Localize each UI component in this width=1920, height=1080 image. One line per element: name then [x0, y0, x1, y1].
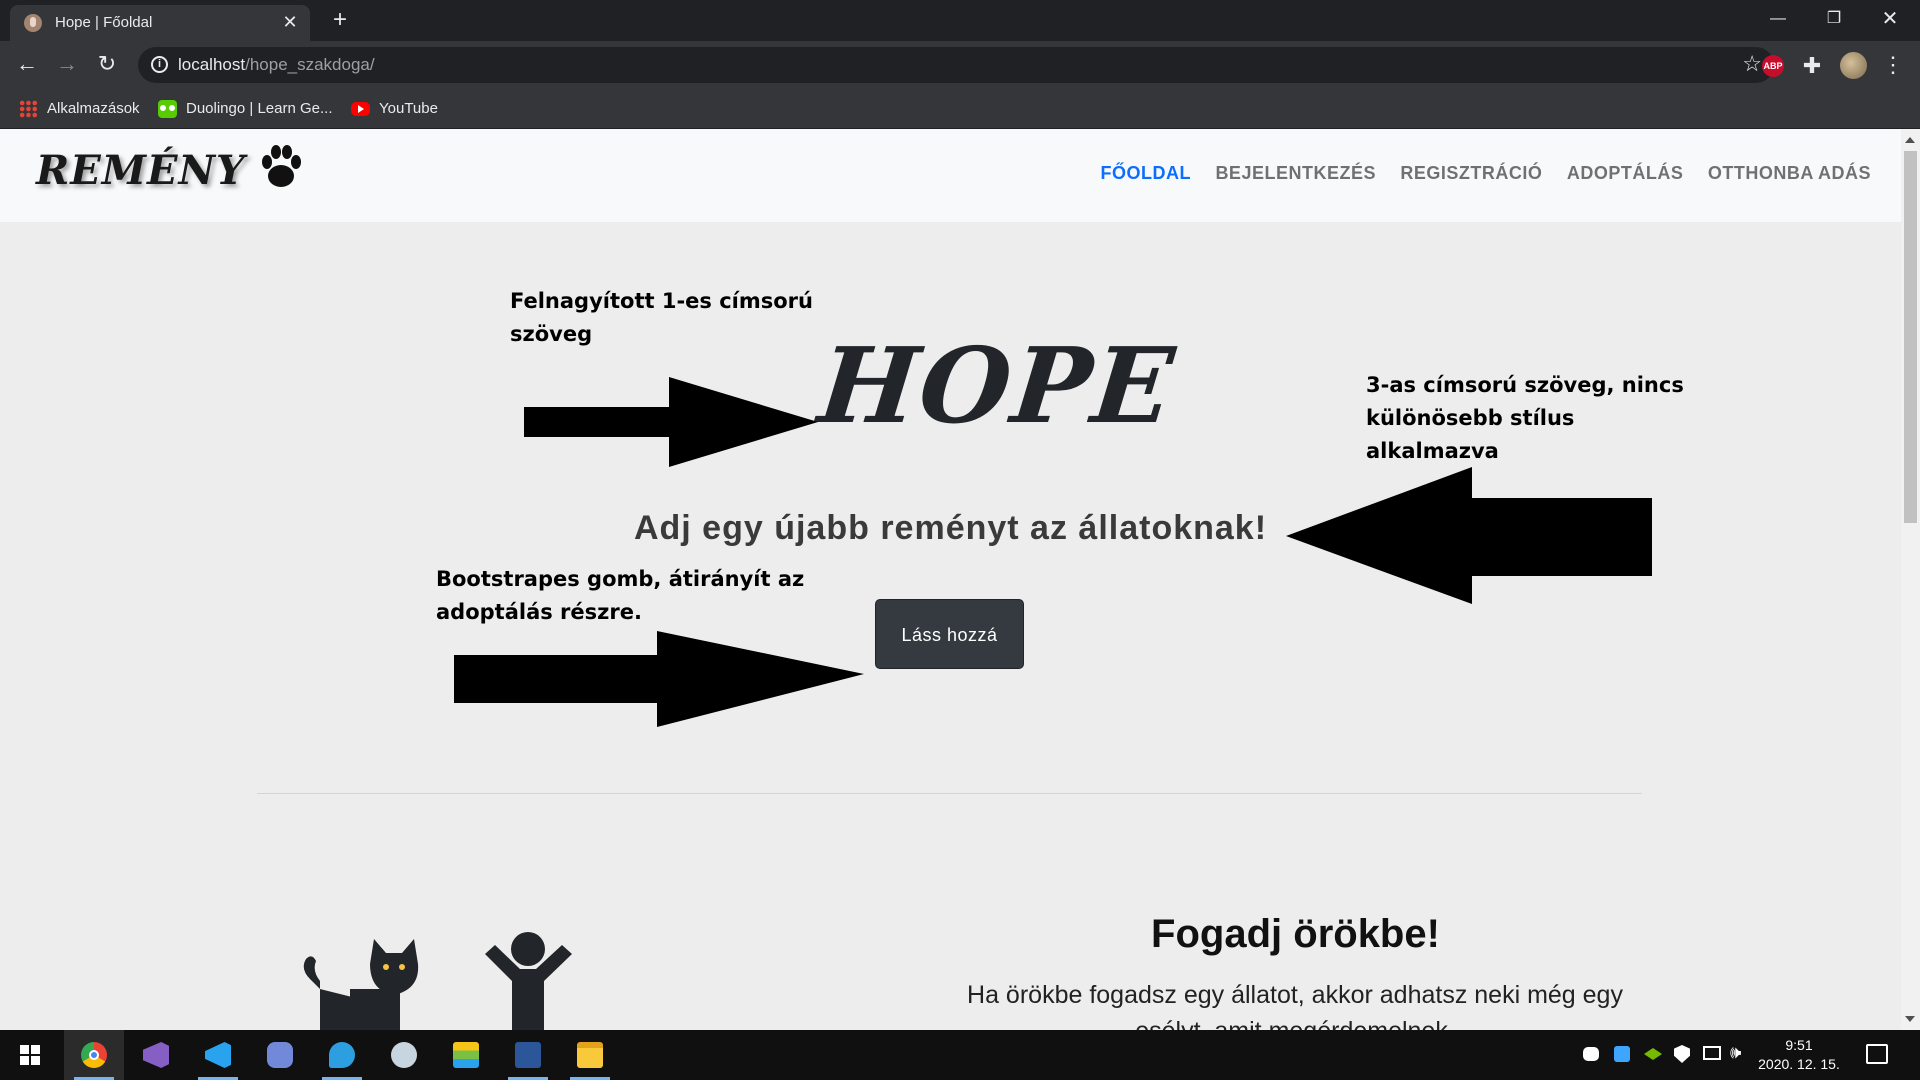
bookmark-youtube[interactable]: YouTube	[351, 97, 438, 121]
action-center-icon[interactable]	[1866, 1044, 1888, 1064]
nav-links: FŐOLDAL BEJELENTKEZÉS REGISZTRÁCIÓ ADOPT…	[1080, 163, 1871, 184]
start-button[interactable]	[0, 1030, 60, 1080]
back-icon[interactable]: ←	[11, 49, 43, 81]
bookmark-star-icon[interactable]: ☆	[1742, 51, 1762, 77]
discord-icon	[267, 1042, 293, 1068]
taskbar-chrome[interactable]	[64, 1030, 124, 1080]
scroll-up-icon[interactable]	[1905, 137, 1915, 143]
close-window-icon[interactable]: ✕	[1862, 0, 1918, 41]
taskbar-file-explorer[interactable]	[560, 1030, 620, 1080]
site-info-icon[interactable]: i	[151, 56, 168, 73]
bookmark-label: YouTube	[379, 100, 438, 117]
bluestacks-icon	[453, 1042, 479, 1068]
bookmark-apps[interactable]: Alkalmazások	[19, 97, 140, 121]
hero-title: HOPE	[813, 324, 1181, 447]
close-tab-icon[interactable]: ✕	[278, 10, 302, 34]
steam-icon	[391, 1042, 417, 1068]
taskbar-clock[interactable]: 9:51 2020. 12. 15.	[1754, 1036, 1844, 1074]
taskbar-bluestacks[interactable]	[436, 1030, 496, 1080]
windows-taskbar: 🕪 9:51 2020. 12. 15.	[0, 1030, 1920, 1080]
windows-logo-icon	[20, 1045, 40, 1065]
reload-icon[interactable]: ↻	[91, 49, 123, 81]
nav-link-adopt[interactable]: ADOPTÁLÁS	[1567, 163, 1684, 184]
forward-icon[interactable]: →	[51, 49, 83, 81]
tray-defender-icon[interactable]	[1674, 1045, 1690, 1063]
clock-time: 9:51	[1785, 1037, 1813, 1053]
browser-tab[interactable]: Hope | Főoldal ✕	[10, 5, 310, 41]
brand-logo[interactable]: REMÉNY	[36, 145, 306, 207]
arrow-right-icon	[524, 377, 818, 467]
get-started-button[interactable]: Láss hozzá	[875, 599, 1024, 669]
bookmark-duolingo[interactable]: Duolingo | Learn Ge...	[158, 97, 332, 121]
minimize-icon[interactable]: —	[1750, 0, 1806, 41]
restore-icon[interactable]: ❐	[1806, 0, 1862, 41]
taskbar-vscode[interactable]	[188, 1030, 248, 1080]
page-scrollbar[interactable]	[1901, 129, 1920, 1030]
bookmark-label: Duolingo | Learn Ge...	[186, 100, 333, 117]
section-title: Fogadj örökbe!	[1151, 912, 1440, 956]
brand-text: REMÉNY	[36, 147, 246, 194]
new-tab-icon[interactable]: +	[325, 6, 355, 36]
nav-link-login[interactable]: BEJELENTKEZÉS	[1215, 163, 1376, 184]
adblock-plus-icon[interactable]: ABP	[1762, 55, 1784, 77]
url-text: localhost/hope_szakdoga/	[178, 55, 375, 75]
taskbar-edge[interactable]	[312, 1030, 372, 1080]
url-path: /hope_szakdoga/	[245, 55, 375, 74]
taskbar-discord[interactable]	[250, 1030, 310, 1080]
tray-network-icon[interactable]	[1703, 1046, 1721, 1060]
nav-link-home[interactable]: FŐOLDAL	[1100, 163, 1191, 184]
youtube-icon	[351, 102, 370, 116]
edge-icon	[329, 1042, 355, 1068]
taskbar-steam[interactable]	[374, 1030, 434, 1080]
url-host: localhost	[178, 55, 246, 74]
clock-date: 2020. 12. 15.	[1758, 1056, 1840, 1072]
word-icon	[515, 1042, 541, 1068]
duolingo-icon	[158, 100, 177, 118]
address-bar[interactable]: i localhost/hope_szakdoga/ ☆	[138, 47, 1774, 83]
paw-icon	[262, 145, 302, 187]
section-text: Ha örökbe fogadsz egy állatot, akkor adh…	[967, 981, 1623, 1030]
bookmarks-bar: Alkalmazások Duolingo | Learn Ge... YouT…	[0, 88, 1920, 129]
nav-link-register[interactable]: REGISZTRÁCIÓ	[1400, 163, 1542, 184]
arrow-right-icon	[454, 631, 864, 727]
taskbar-word[interactable]	[498, 1030, 558, 1080]
profile-avatar[interactable]	[1840, 52, 1867, 79]
annotation-button: Bootstrapes gomb, átirányít az adoptálás…	[436, 567, 805, 624]
site-favicon-icon	[24, 14, 42, 32]
folder-icon	[577, 1042, 603, 1068]
tray-discord-icon[interactable]	[1583, 1047, 1599, 1061]
visual-studio-icon	[143, 1042, 169, 1068]
annotation-h1: Felnagyított 1-es címsorú szöveg	[510, 289, 813, 346]
bookmark-label: Alkalmazások	[47, 100, 140, 117]
scroll-down-icon[interactable]	[1905, 1016, 1915, 1022]
arrow-left-icon	[1286, 467, 1652, 604]
section-divider	[257, 793, 1642, 794]
vscode-icon	[205, 1042, 231, 1068]
site-navbar: REMÉNY FŐOLDAL BEJELENTKEZÉS REGISZTRÁCI…	[0, 129, 1901, 222]
apps-grid-icon	[19, 100, 38, 118]
annotation-h3: 3-as címsorú szöveg, nincs különösebb st…	[1366, 373, 1684, 463]
tray-app-icon[interactable]	[1614, 1046, 1630, 1062]
tray-nvidia-icon[interactable]	[1644, 1048, 1662, 1060]
page-viewport: REMÉNY FŐOLDAL BEJELENTKEZÉS REGISZTRÁCI…	[0, 129, 1901, 1030]
tray-volume-icon[interactable]: 🕪	[1730, 1042, 1741, 1063]
browser-tabstrip: Hope | Főoldal ✕ + — ❐ ✕	[0, 0, 1920, 41]
taskbar-visual-studio[interactable]	[126, 1030, 186, 1080]
tab-title: Hope | Főoldal	[55, 14, 153, 31]
kebab-menu-icon[interactable]: ⋮	[1880, 50, 1906, 80]
nav-link-rehome[interactable]: OTTHONBA ADÁS	[1708, 163, 1871, 184]
scroll-thumb[interactable]	[1904, 151, 1917, 523]
browser-toolbar: ← → ↻ i localhost/hope_szakdoga/ ☆ ABP ✚…	[0, 41, 1920, 88]
extensions-puzzle-icon[interactable]: ✚	[1799, 53, 1825, 79]
chrome-icon	[81, 1042, 107, 1068]
